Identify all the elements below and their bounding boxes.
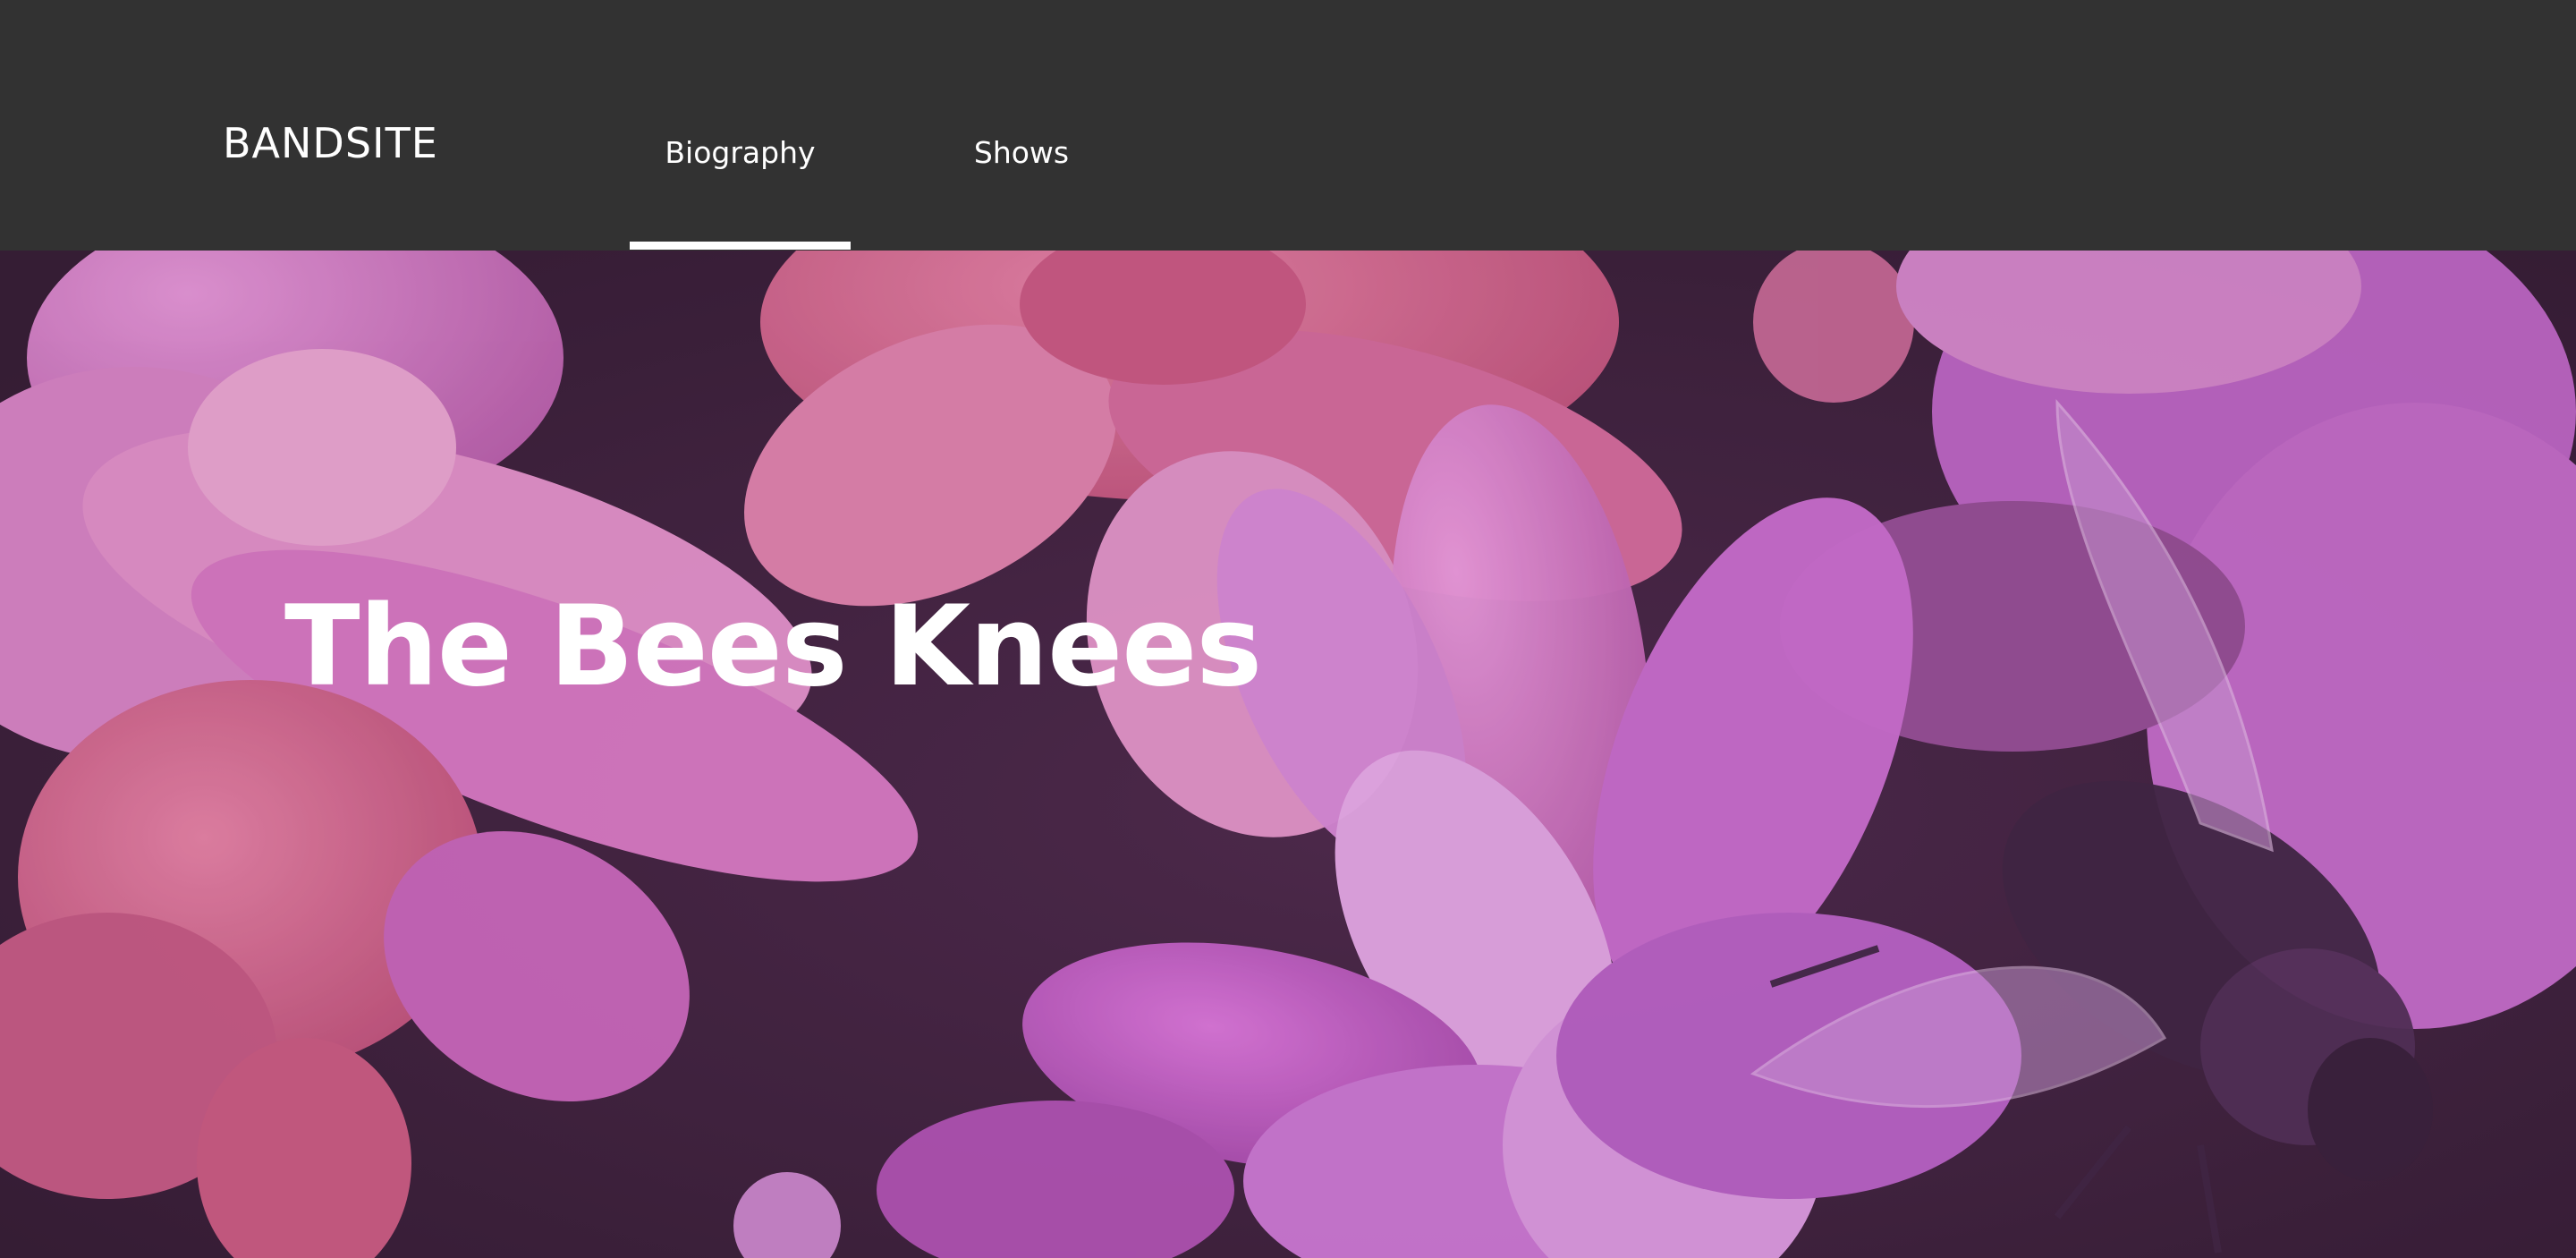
hero-section: The Bees Knees (0, 251, 2576, 1258)
hero-background-image (0, 251, 2576, 1258)
hero-title: The Bees Knees (284, 582, 1262, 711)
active-tab-indicator (630, 242, 851, 250)
site-header: BANDSITE Biography Shows (0, 0, 2576, 251)
tab-shows[interactable]: Shows (948, 0, 1095, 251)
tab-biography[interactable]: Biography (630, 0, 851, 251)
site-logo[interactable]: BANDSITE (223, 116, 438, 170)
